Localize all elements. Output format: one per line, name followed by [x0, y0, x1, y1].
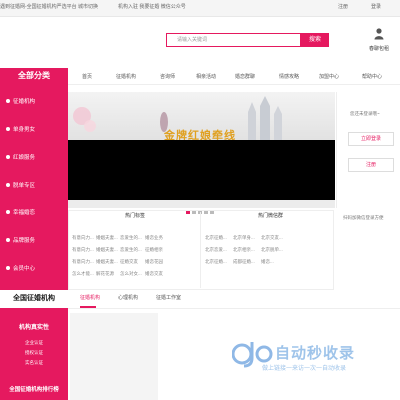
tag-link[interactable]: 婚恋花园	[145, 259, 163, 265]
group-link[interactable]: 北京交友...	[261, 235, 283, 241]
sidebar-item-matchmaker[interactable]: 红娘服务	[6, 153, 66, 163]
hot-tags-title: 热门标签	[125, 213, 146, 219]
register-link[interactable]: 注册	[338, 5, 348, 10]
search-placeholder: 请输入关键词	[177, 37, 208, 43]
sidebar-title: 全部分类	[18, 71, 50, 80]
search-button[interactable]: 搜索	[301, 33, 329, 47]
tag-link[interactable]: 婚姻夫妻...	[96, 235, 118, 241]
welcome-text: 您还未登录哦~	[350, 111, 380, 116]
tag-link[interactable]: 婚恋业务	[145, 235, 163, 241]
login-link[interactable]: 登录	[371, 5, 381, 10]
list-dot-icon	[6, 183, 10, 187]
group-link[interactable]: 北京征婚...	[205, 235, 227, 241]
tag-link[interactable]: 有意向力...	[72, 259, 94, 265]
hot-groups-title: 热门微信群	[258, 213, 284, 219]
tab-psych[interactable]: 心理机构	[118, 296, 138, 301]
tag-link[interactable]: 恋爱生的...	[120, 235, 142, 241]
watermark-subtitle: 做上链接一来访一次一自动收录	[262, 366, 347, 372]
sidebar-item-dating-zone[interactable]: 脱单专区	[6, 181, 66, 191]
list-dot-icon	[6, 155, 10, 159]
sidebar-item-member[interactable]: 会员中心	[6, 264, 66, 274]
active-tab-indicator	[80, 306, 96, 308]
tag-link[interactable]: 怎么对女...	[120, 271, 142, 277]
nav-consultants[interactable]: 咨询师	[160, 73, 175, 80]
group-link[interactable]: 成都征婚...	[233, 259, 255, 265]
tag-link[interactable]: 恋爱生的...	[120, 247, 142, 253]
divider	[200, 212, 201, 288]
tag-link[interactable]: 婚姻夫妻...	[96, 259, 118, 265]
group-link[interactable]: 北京单身...	[233, 235, 255, 241]
trust-heading: 机构真实性	[18, 325, 49, 331]
sidebar-item-happiness[interactable]: 幸福婚恋	[6, 208, 66, 218]
user-icon[interactable]	[374, 28, 384, 40]
top-links[interactable]: 机构入驻 我要征婚 微信公众号	[118, 5, 186, 10]
nav-groups[interactable]: 婚恋群聊	[235, 73, 255, 80]
trust-item: 授权认证	[25, 350, 43, 355]
trust-item: 企业认证	[25, 340, 43, 345]
tag-link[interactable]: 婚姻夫妻...	[96, 247, 118, 253]
agency-card[interactable]	[70, 313, 158, 400]
group-link[interactable]: 北京脱单...	[261, 247, 283, 253]
nav-events[interactable]: 相亲活动	[196, 73, 216, 80]
nav-home[interactable]: 首页	[82, 73, 92, 80]
search-input[interactable]: 请输入关键词	[166, 33, 301, 47]
tag-link[interactable]: 怎么才能...	[72, 271, 94, 277]
tag-link[interactable]: 征婚相亲	[145, 247, 163, 253]
register-button[interactable]: 注册	[348, 158, 394, 172]
nav-help[interactable]: 帮助中心	[362, 73, 382, 80]
banner-dark-area	[68, 140, 335, 200]
hero-banner[interactable]: 金牌红娘牵线	[68, 92, 335, 208]
tag-link[interactable]: 婚恋交友	[145, 271, 163, 277]
tag-link[interactable]: 有意向力...	[72, 235, 94, 241]
list-dot-icon	[6, 266, 10, 270]
tag-link[interactable]: 有意向力...	[72, 247, 94, 253]
tab-agencies[interactable]: 征婚机构	[80, 296, 100, 301]
login-button[interactable]: 立即登录	[348, 132, 394, 146]
sidebar-item-brand[interactable]: 品牌服务	[6, 236, 66, 246]
group-link[interactable]: 北京相亲...	[233, 247, 255, 253]
group-link[interactable]: 婚恋...	[261, 259, 274, 265]
trust-item: 实名认证	[25, 360, 43, 365]
tab-studio[interactable]: 征婚工作室	[156, 296, 181, 301]
login-panel	[336, 92, 400, 208]
trust-panel: 机构真实性 企业认证 授权认证 实名认证 全国征婚机构排行榜	[0, 308, 68, 400]
group-link[interactable]: 北京征婚...	[205, 259, 227, 265]
list-dot-icon	[6, 99, 10, 103]
user-label[interactable]: 春聊包租	[369, 47, 389, 52]
group-link[interactable]: 北京恋爱...	[205, 247, 227, 253]
list-dot-icon	[6, 127, 10, 131]
ranking-heading[interactable]: 全国征婚机构排行榜	[0, 385, 68, 393]
nav-guides[interactable]: 情感攻略	[279, 73, 299, 80]
section-title: 全国征婚机构	[0, 290, 68, 308]
nav-franchise[interactable]: 加盟中心	[319, 73, 339, 80]
watermark-title: 自动秒收录	[275, 345, 356, 362]
tag-link[interactable]: 解花花源	[96, 271, 114, 277]
list-dot-icon	[6, 238, 10, 242]
nav-agencies[interactable]: 征婚机构	[116, 73, 136, 80]
sidebar-item-singles[interactable]: 单身男女	[6, 125, 66, 135]
site-tagline[interactable]: 遇到征婚网-全国征婚机构严选平台 城市切换	[0, 5, 98, 10]
sidebar-item-agency[interactable]: 征婚机构	[6, 97, 66, 107]
list-dot-icon	[6, 210, 10, 214]
tag-link[interactable]: 征婚交友	[120, 259, 138, 265]
qr-note: 扫码加微信登录方便	[343, 215, 384, 220]
